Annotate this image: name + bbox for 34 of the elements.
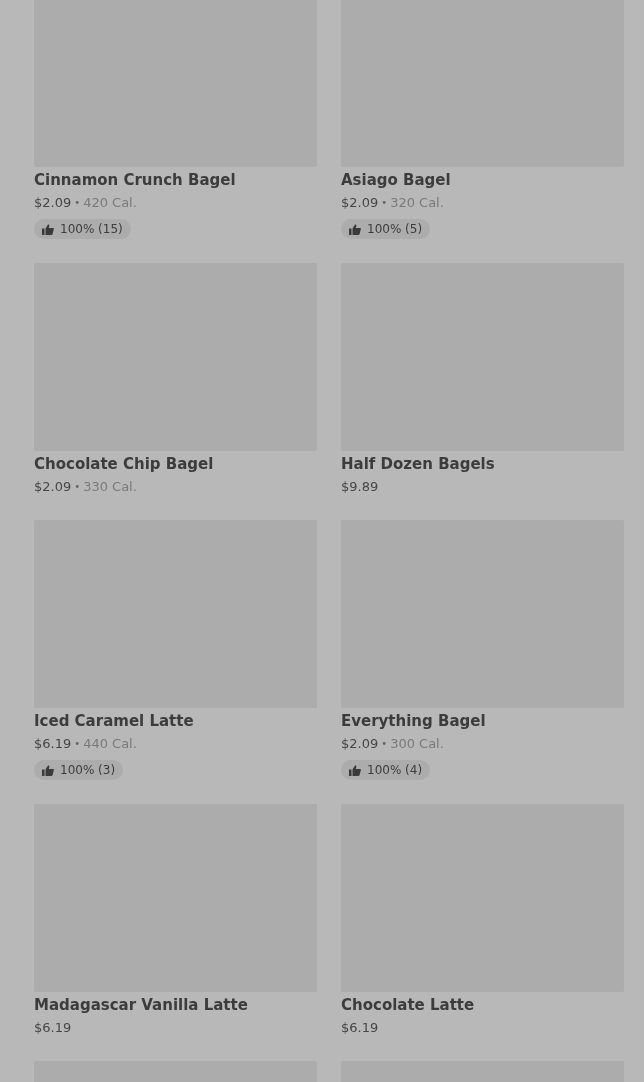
price: $2.09	[34, 194, 72, 212]
price: $2.09	[341, 735, 379, 753]
product-name: Cinnamon Crunch Bagel	[34, 171, 237, 189]
calories: 440 Cal.	[83, 735, 137, 753]
price: $2.09	[341, 194, 379, 212]
product-name: Chocolate Latte	[341, 996, 476, 1014]
product-name: Iced Caramel Latte	[34, 712, 195, 730]
separator-dot: •	[381, 196, 388, 210]
price: $9.89	[341, 478, 379, 496]
separator-dot: •	[74, 480, 81, 494]
price: $6.19	[34, 735, 72, 753]
thumbs-up-icon	[349, 223, 361, 235]
rating-text: 100% (5)	[367, 222, 423, 236]
rating-text: 100% (4)	[367, 763, 423, 777]
product-name: Half Dozen Bagels	[341, 455, 496, 473]
calories: 300 Cal.	[390, 735, 444, 753]
rating-text: 100% (15)	[60, 222, 123, 236]
price: $6.19	[34, 1019, 72, 1037]
product-name: Asiago Bagel	[341, 171, 452, 189]
separator-dot: •	[74, 737, 81, 751]
calories: 330 Cal.	[83, 478, 137, 496]
price: $2.09	[34, 478, 72, 496]
thumbs-up-icon	[42, 764, 54, 776]
separator-dot: •	[381, 737, 388, 751]
thumbs-up-icon	[42, 223, 54, 235]
price: $6.19	[341, 1019, 379, 1037]
calories: 320 Cal.	[390, 194, 444, 212]
product-name: Chocolate Chip Bagel	[34, 455, 215, 473]
calories: 420 Cal.	[83, 194, 137, 212]
separator-dot: •	[74, 196, 81, 210]
rating-text: 100% (3)	[60, 763, 116, 777]
product-name: Everything Bagel	[341, 712, 487, 730]
product-name: Madagascar Vanilla Latte	[34, 996, 249, 1014]
thumbs-up-icon	[349, 764, 361, 776]
